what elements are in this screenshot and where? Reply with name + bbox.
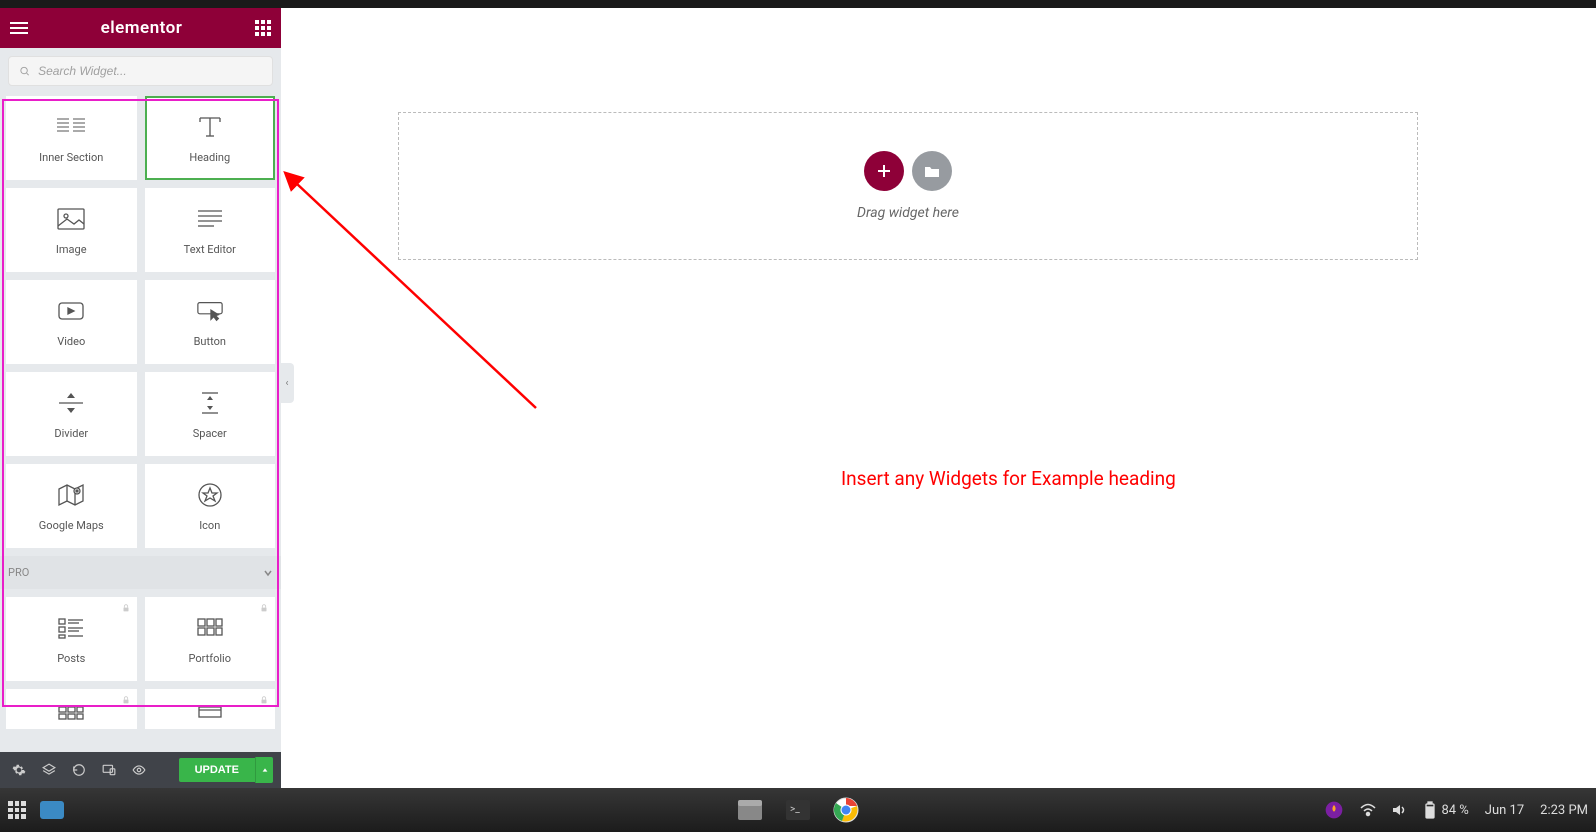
widget-google-maps[interactable]: Google Maps — [6, 464, 137, 548]
widget-gallery[interactable] — [6, 689, 137, 729]
inner-section-icon — [57, 113, 85, 141]
widget-button[interactable]: Button — [145, 280, 276, 364]
drop-zone-text: Drag widget here — [857, 205, 959, 221]
preview-icon[interactable] — [124, 752, 154, 788]
pro-label: PRO — [8, 566, 29, 579]
google-maps-icon — [57, 481, 85, 509]
widget-icon[interactable]: Icon — [145, 464, 276, 548]
divider-icon — [57, 389, 85, 417]
update-dropdown[interactable] — [255, 757, 273, 783]
search-widget-input[interactable] — [8, 56, 273, 86]
video-icon — [57, 297, 85, 325]
lock-icon — [259, 695, 269, 705]
chevron-down-icon — [263, 568, 273, 578]
collapse-sidebar-handle[interactable]: ‹ — [280, 363, 294, 403]
widget-slides[interactable] — [145, 689, 276, 729]
add-template-button[interactable] — [912, 151, 952, 191]
image-icon — [57, 205, 85, 233]
grid-icon — [57, 699, 85, 727]
terminal-icon[interactable]: >_ — [782, 794, 814, 826]
navigator-icon[interactable] — [34, 752, 64, 788]
widget-label: Google Maps — [39, 519, 104, 532]
battery-percent: 84 % — [1441, 803, 1468, 818]
button-icon — [196, 297, 224, 325]
widget-label: Text Editor — [184, 243, 236, 256]
window-top-bar — [0, 0, 1596, 8]
widget-label: Video — [57, 335, 85, 348]
lock-icon — [121, 603, 131, 613]
add-section-button[interactable] — [864, 151, 904, 191]
sidebar-header: elementor — [0, 8, 281, 48]
svg-text:>_: >_ — [790, 804, 800, 815]
posts-icon — [57, 614, 85, 642]
file-manager-icon[interactable] — [734, 794, 766, 826]
battery-indicator[interactable]: 84 % — [1424, 801, 1468, 819]
widget-label: Icon — [199, 519, 220, 532]
hamburger-menu-icon[interactable] — [10, 22, 28, 34]
icon-widget-icon — [196, 481, 224, 509]
pro-section-header[interactable]: PRO — [0, 556, 281, 589]
wifi-icon[interactable] — [1360, 803, 1376, 817]
brand-logo: elementor — [101, 18, 183, 38]
widget-label: Inner Section — [39, 151, 103, 164]
drop-zone[interactable]: Drag widget here — [398, 112, 1418, 260]
volume-icon[interactable] — [1392, 803, 1408, 817]
slides-icon — [196, 699, 224, 727]
widget-inner-section[interactable]: Inner Section — [6, 96, 137, 180]
widgets-panel-icon[interactable] — [255, 20, 271, 36]
spacer-icon — [196, 389, 224, 417]
widget-divider[interactable]: Divider — [6, 372, 137, 456]
sidebar-footer: UPDATE — [0, 752, 281, 788]
widget-video[interactable]: Video — [6, 280, 137, 364]
lock-icon — [259, 603, 269, 613]
lock-icon — [121, 695, 131, 705]
widget-label: Divider — [54, 427, 88, 440]
text-editor-icon — [196, 205, 224, 233]
search-field[interactable] — [38, 64, 262, 78]
widget-label: Heading — [189, 151, 230, 164]
widget-spacer[interactable]: Spacer — [145, 372, 276, 456]
elementor-sidebar: elementor Inner Section — [0, 8, 281, 788]
widget-portfolio[interactable]: Portfolio — [145, 597, 276, 681]
widget-posts[interactable]: Posts — [6, 597, 137, 681]
widget-label: Image — [56, 243, 87, 256]
editor-canvas[interactable]: ‹ Drag widget here Insert any Widgets fo… — [281, 8, 1596, 788]
responsive-icon[interactable] — [94, 752, 124, 788]
time-display[interactable]: 2:23 PM — [1540, 803, 1588, 818]
widget-label: Posts — [57, 652, 85, 665]
flame-icon[interactable] — [1324, 800, 1344, 820]
search-icon — [19, 65, 30, 77]
heading-icon — [196, 113, 224, 141]
annotation-text: Insert any Widgets for Example heading — [841, 467, 1176, 490]
date-display[interactable]: Jun 17 — [1485, 803, 1524, 818]
app-launcher-icon[interactable] — [8, 801, 26, 819]
widget-label: Portfolio — [189, 652, 231, 665]
widget-image[interactable]: Image — [6, 188, 137, 272]
portfolio-icon — [196, 614, 224, 642]
update-button[interactable]: UPDATE — [179, 758, 255, 782]
history-icon[interactable] — [64, 752, 94, 788]
widget-text-editor[interactable]: Text Editor — [145, 188, 276, 272]
widget-label: Button — [194, 335, 226, 348]
system-taskbar: >_ 84 % Jun 17 2:23 PM — [0, 788, 1596, 832]
files-app-icon[interactable] — [40, 801, 64, 819]
widget-label: Spacer — [193, 427, 227, 440]
settings-icon[interactable] — [4, 752, 34, 788]
widget-heading[interactable]: Heading — [145, 96, 276, 180]
chrome-icon[interactable] — [830, 794, 862, 826]
